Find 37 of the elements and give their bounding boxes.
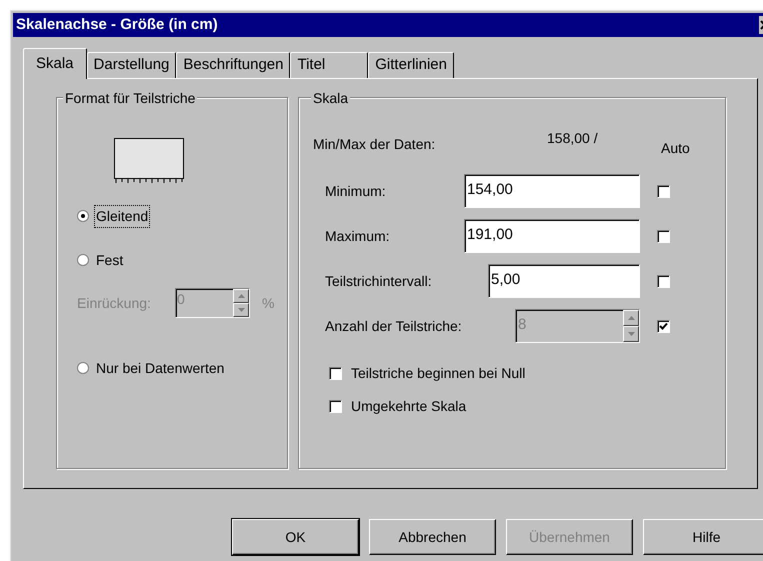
radio-button[interactable] (77, 254, 89, 266)
checkbox[interactable] (657, 184, 670, 198)
field-label: Minimum: (325, 182, 387, 200)
indent-label: Einrückung: (77, 294, 152, 313)
dialog-button[interactable]: OK (232, 519, 359, 555)
tab[interactable]: Titel (290, 52, 368, 78)
checkbox[interactable] (657, 274, 670, 288)
spinner-arrows[interactable] (233, 289, 249, 317)
input-field[interactable]: 154,00 (464, 174, 640, 208)
radio-label: Gleitend (95, 206, 150, 226)
dialog-button[interactable]: Hilfe (643, 519, 763, 555)
field-label: Maximum: (325, 226, 391, 246)
field-label: Anzahl der Teilstriche: (325, 316, 463, 336)
window-title: Skalenachse - Größe (in cm) (16, 14, 218, 35)
checkmark-icon (659, 322, 668, 330)
field-label: Teilstrichintervall: (325, 272, 433, 290)
tab[interactable]: Gitterlinien (368, 52, 454, 78)
tab[interactable]: Beschriftungen (176, 52, 290, 78)
tab[interactable]: Skala (23, 48, 87, 79)
radio-label: Nur bei Datenwerten (95, 358, 226, 378)
dialog-button[interactable]: Abbrechen (369, 519, 496, 555)
radio-button[interactable] (77, 362, 89, 374)
data-range-label: Min/Max der Daten: (313, 135, 436, 154)
checkbox-label: Umgekehrte Skala (351, 397, 466, 416)
checkbox[interactable] (329, 400, 342, 413)
radio-label: Fest (95, 250, 124, 270)
checkbox-label: Teilstriche beginnen bei Null (351, 364, 526, 383)
tick-format-preview-icon (114, 138, 184, 184)
input-field[interactable]: 191,00 (464, 219, 640, 253)
radio-button[interactable] (77, 210, 89, 222)
data-range-value: 158,00 / (547, 129, 599, 148)
unit-label: % (262, 294, 274, 312)
checkbox[interactable] (657, 230, 670, 242)
input-field[interactable]: 5,00 (488, 264, 640, 298)
auto-header: Auto (661, 139, 690, 158)
checkbox[interactable] (329, 367, 342, 380)
tab[interactable]: Darstellung (86, 52, 176, 78)
